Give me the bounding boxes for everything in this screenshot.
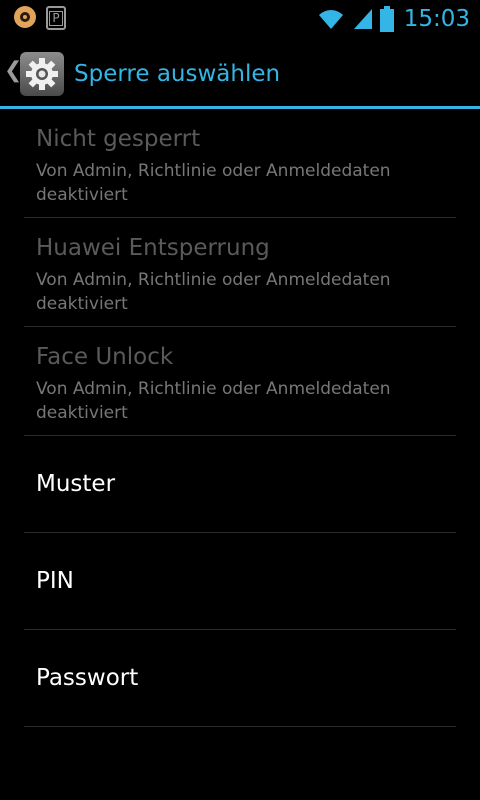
option-title: Nicht gesperrt [36,126,201,152]
option-title: Huawei Entsperrung [36,235,270,261]
lock-options-list: Nicht gesperrt Von Admin, Richtlinie ode… [24,109,456,727]
parking-notification-icon: P [46,6,66,30]
option-title: PIN [36,568,74,594]
option-passwort[interactable]: Passwort [24,630,456,727]
parking-notification-label: P [49,10,63,26]
option-title: Muster [36,471,116,497]
screen: P 15:03 ❮ Sperre auswählen Nicht gesperr… [0,0,480,800]
option-title: Face Unlock [36,344,174,370]
signal-icon [353,9,372,29]
option-nicht-gesperrt: Nicht gesperrt Von Admin, Richtlinie ode… [24,109,456,218]
app-notification-icon [14,6,36,28]
option-face-unlock: Face Unlock Von Admin, Richtlinie oder A… [24,327,456,436]
option-summary: Von Admin, Richtlinie oder Anmeldedaten … [36,379,391,423]
notification-icons: P [14,6,66,30]
battery-icon [379,6,394,32]
settings-gear-icon[interactable] [20,52,64,96]
status-clock: 15:03 [403,6,470,32]
option-title: Passwort [36,665,139,691]
status-bar: P 15:03 [0,0,480,38]
wifi-icon [318,10,343,29]
option-pin[interactable]: PIN [24,533,456,630]
status-indicators: 15:03 [316,4,470,34]
option-huawei-entsperrung: Huawei Entsperrung Von Admin, Richtlinie… [24,218,456,327]
option-summary: Von Admin, Richtlinie oder Anmeldedaten … [36,161,391,205]
action-bar[interactable]: ❮ Sperre auswählen [0,38,480,106]
page-title: Sperre auswählen [74,61,281,87]
option-muster[interactable]: Muster [24,436,456,533]
option-summary: Von Admin, Richtlinie oder Anmeldedaten … [36,270,391,314]
